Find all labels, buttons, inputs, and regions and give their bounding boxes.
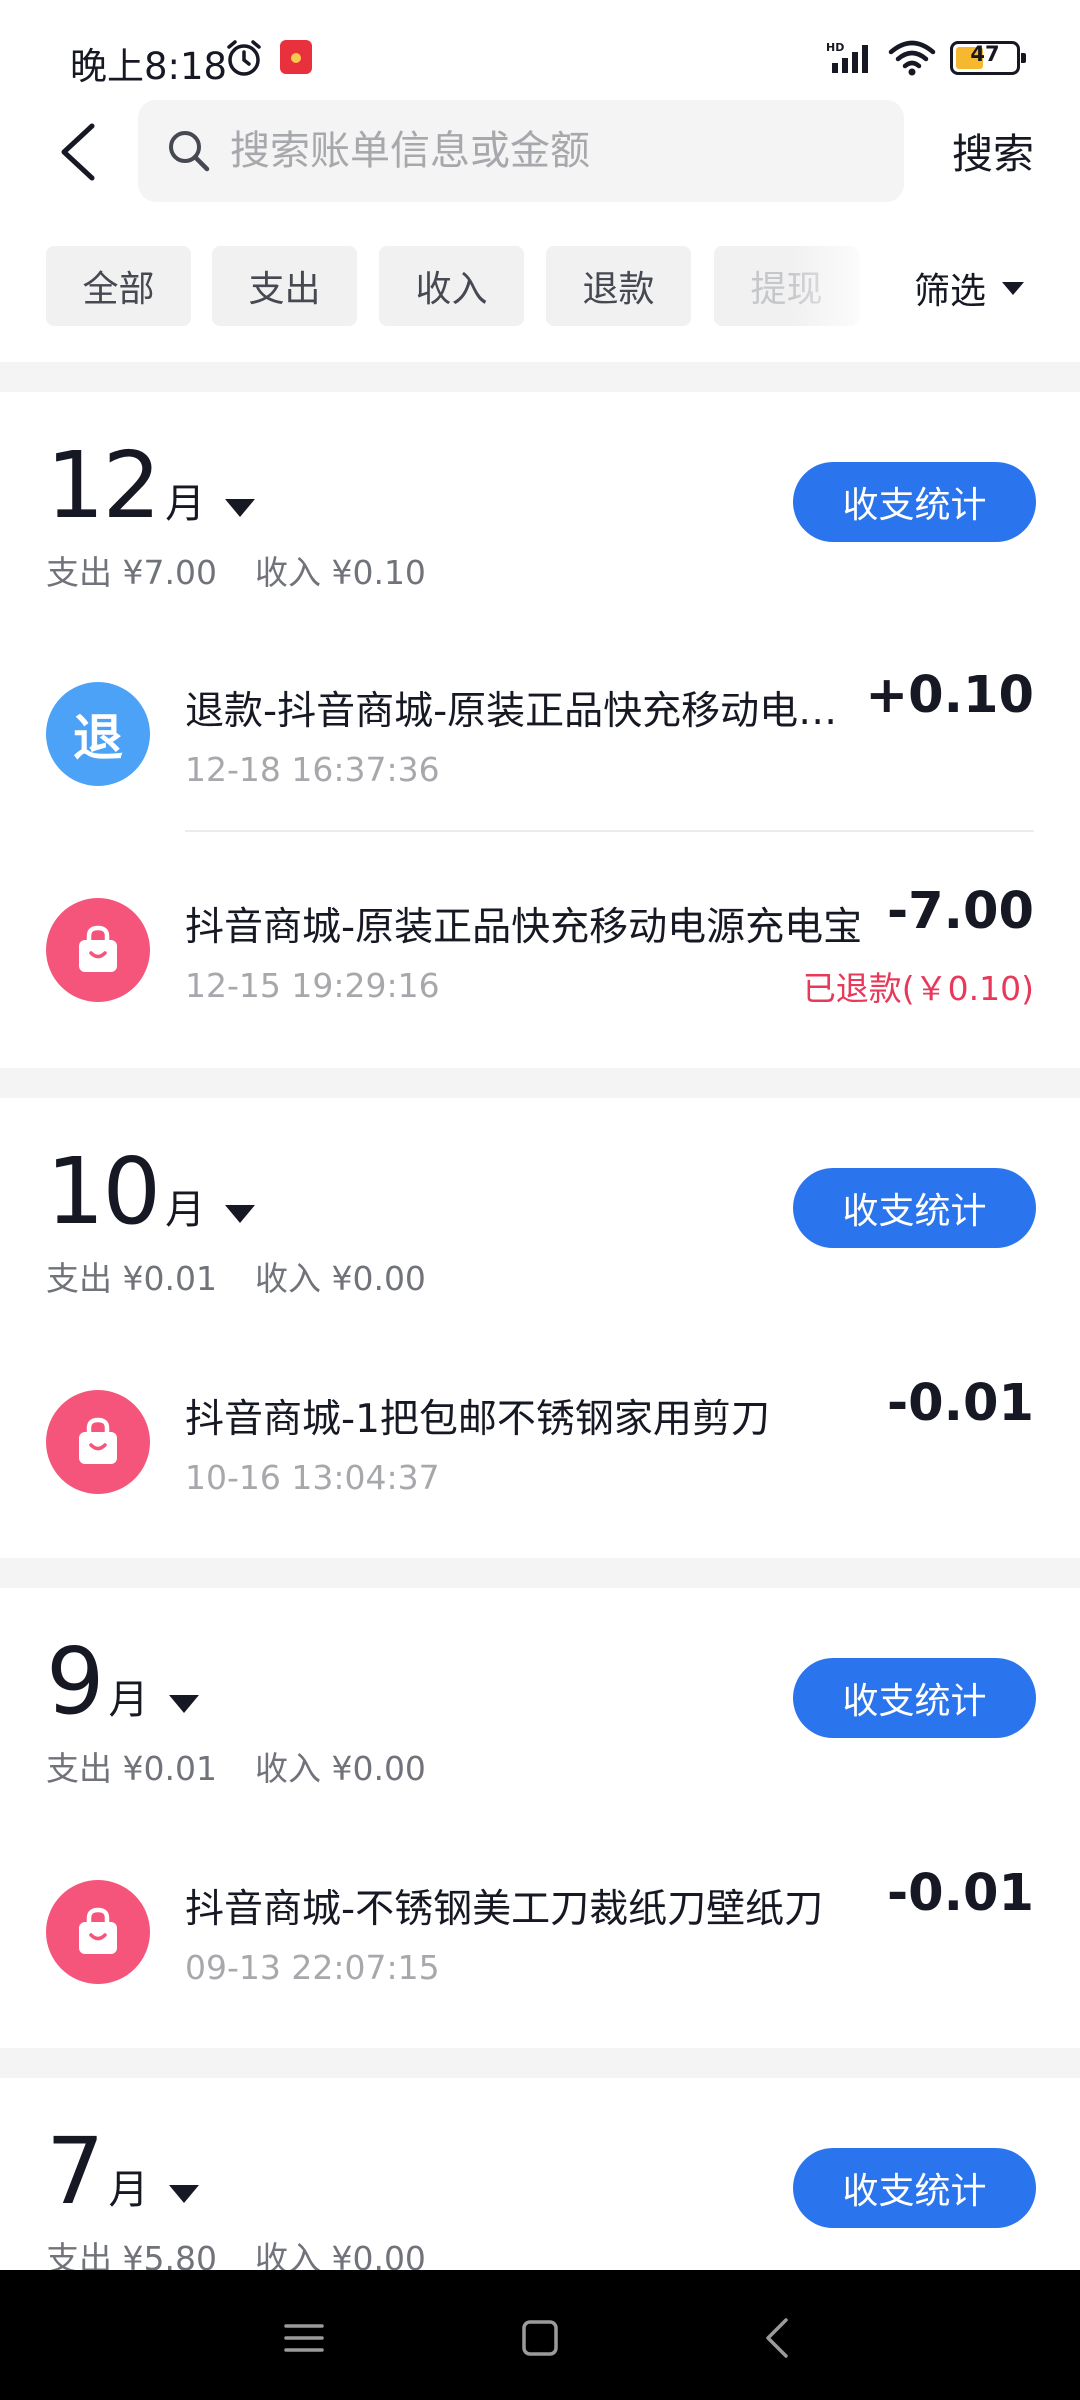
filter-button-label: 筛选 xyxy=(914,271,987,312)
back-arrow-icon[interactable] xyxy=(52,122,106,182)
transaction-title: 抖音商城-不锈钢美工刀裁纸刀壁纸刀 xyxy=(185,1887,824,1932)
transaction-title: 抖音商城-原装正品快充移动电源充电宝 xyxy=(185,905,863,950)
month-unit: 月 xyxy=(165,481,206,527)
month-income: 收入 ¥0.10 xyxy=(254,553,426,592)
transaction-title: 抖音商城-1把包邮不锈钢家用剪刀 xyxy=(185,1397,770,1442)
month-header: 12 月 支出 ¥7.00 收入 ¥0.10 收支统计 xyxy=(0,440,1080,600)
red-packet-notification-icon xyxy=(280,40,312,74)
transaction-row[interactable]: 抖音商城-不锈钢美工刀裁纸刀壁纸刀 09-13 22:07:15 -0.01 xyxy=(0,1840,1080,2030)
month-selector[interactable]: 10 月 xyxy=(46,1138,256,1245)
filter-dropdown-button[interactable]: 筛选 xyxy=(914,262,1025,314)
filter-chip-all[interactable]: 全部 xyxy=(46,246,191,326)
transaction-amount: +0.10 xyxy=(865,666,1034,725)
alarm-icon xyxy=(227,40,261,76)
month-selector[interactable]: 7 月 xyxy=(46,2126,199,2221)
month-header: 10 月 支出 ¥0.01 收入 ¥0.00 收支统计 xyxy=(0,1146,1080,1306)
status-indicators: HD 47 xyxy=(826,40,1026,76)
month-selector[interactable]: 9 月 xyxy=(46,1636,199,1731)
income-expense-stats-button[interactable]: 收支统计 xyxy=(793,1658,1036,1738)
month-summary: 支出 ¥0.01 收入 ¥0.00 xyxy=(46,1742,426,1790)
search-box[interactable] xyxy=(138,100,904,202)
section-divider xyxy=(0,2048,1080,2078)
search-icon xyxy=(169,131,210,172)
filter-bar: 全部 支出 收入 退款 提现 筛选 xyxy=(0,244,1080,326)
month-expense: 支出 ¥7.00 xyxy=(46,553,217,592)
caret-down-icon xyxy=(168,1695,199,1713)
transaction-row[interactable]: 退 退款-抖音商城-原装正品快充移动电源充电宝 12-18 16:37:36 +… xyxy=(0,642,1080,832)
signal-icon: HD xyxy=(826,41,868,73)
month-expense: 支出 ¥0.01 xyxy=(46,1749,217,1788)
section-divider xyxy=(0,362,1080,392)
signal-hd-label: HD xyxy=(826,41,844,54)
month-summary: 支出 ¥7.00 收入 ¥0.10 xyxy=(46,546,426,594)
month-header: 9 月 支出 ¥0.01 收入 ¥0.00 收支统计 xyxy=(0,1636,1080,1796)
transaction-amount: -0.01 xyxy=(887,1374,1034,1433)
month-unit: 月 xyxy=(108,2167,149,2213)
search-button[interactable]: 搜索 xyxy=(952,120,1034,180)
back-icon[interactable] xyxy=(748,2308,808,2368)
search-header: 搜索 xyxy=(0,100,1080,210)
refund-status-note: 已退款(￥0.10) xyxy=(802,969,1034,1008)
month-selector[interactable]: 12 月 xyxy=(46,432,256,539)
transaction-amount: -0.01 xyxy=(887,1864,1034,1923)
transaction-title: 退款-抖音商城-原装正品快充移动电源充电宝 xyxy=(185,689,865,734)
filter-chip-expense[interactable]: 支出 xyxy=(212,246,357,326)
income-expense-stats-button[interactable]: 收支统计 xyxy=(793,2148,1036,2228)
caret-down-icon xyxy=(225,499,256,517)
caret-down-icon xyxy=(225,1205,256,1223)
transaction-time: 12-18 16:37:36 xyxy=(185,750,440,789)
shopping-bag-icon xyxy=(46,1390,150,1494)
month-summary: 支出 ¥0.01 收入 ¥0.00 xyxy=(46,1252,426,1300)
shopping-bag-icon xyxy=(46,1880,150,1984)
month-unit: 月 xyxy=(165,1187,206,1233)
month-income: 收入 ¥0.00 xyxy=(254,1749,426,1788)
row-divider xyxy=(185,830,1034,832)
shopping-bag-icon xyxy=(46,898,150,1002)
caret-down-icon xyxy=(168,2185,199,2203)
month-expense: 支出 ¥0.01 xyxy=(46,1259,217,1298)
wifi-icon xyxy=(888,40,936,76)
transaction-time: 12-15 19:29:16 xyxy=(185,966,440,1005)
filter-chip-refund[interactable]: 退款 xyxy=(546,246,691,326)
month-header: 7 月 支出 ¥5.80 收入 ¥0.00 收支统计 xyxy=(0,2126,1080,2286)
status-bar: 晚上8:18 HD 47 xyxy=(0,0,1080,116)
transaction-time: 09-13 22:07:15 xyxy=(185,1948,440,1987)
income-expense-stats-button[interactable]: 收支统计 xyxy=(793,1168,1036,1248)
transaction-row[interactable]: 抖音商城-原装正品快充移动电源充电宝 12-15 19:29:16 -7.00 … xyxy=(0,858,1080,1048)
month-unit: 月 xyxy=(108,1677,149,1723)
month-number: 9 xyxy=(46,1628,105,1735)
menu-icon[interactable] xyxy=(274,2308,334,2368)
income-expense-stats-button[interactable]: 收支统计 xyxy=(793,462,1036,542)
section-divider xyxy=(0,1068,1080,1098)
month-number: 12 xyxy=(46,432,161,539)
caret-down-icon xyxy=(1002,281,1025,295)
battery-percent: 47 xyxy=(970,42,1000,66)
search-input[interactable] xyxy=(230,100,870,202)
month-income: 收入 ¥0.00 xyxy=(254,1259,426,1298)
battery-icon: 47 xyxy=(950,41,1026,75)
refund-icon: 退 xyxy=(46,682,150,786)
home-icon[interactable] xyxy=(510,2308,570,2368)
status-time: 晚上8:18 xyxy=(70,45,228,88)
transaction-row[interactable]: 抖音商城-1把包邮不锈钢家用剪刀 10-16 13:04:37 -0.01 xyxy=(0,1350,1080,1540)
month-number: 10 xyxy=(46,1138,161,1245)
transaction-amount: -7.00 xyxy=(887,882,1034,941)
section-divider xyxy=(0,1558,1080,1588)
transaction-time: 10-16 13:04:37 xyxy=(185,1458,440,1497)
system-navigation-bar xyxy=(0,2270,1080,2400)
filter-chip-income[interactable]: 收入 xyxy=(379,246,524,326)
month-number: 7 xyxy=(46,2118,105,2225)
